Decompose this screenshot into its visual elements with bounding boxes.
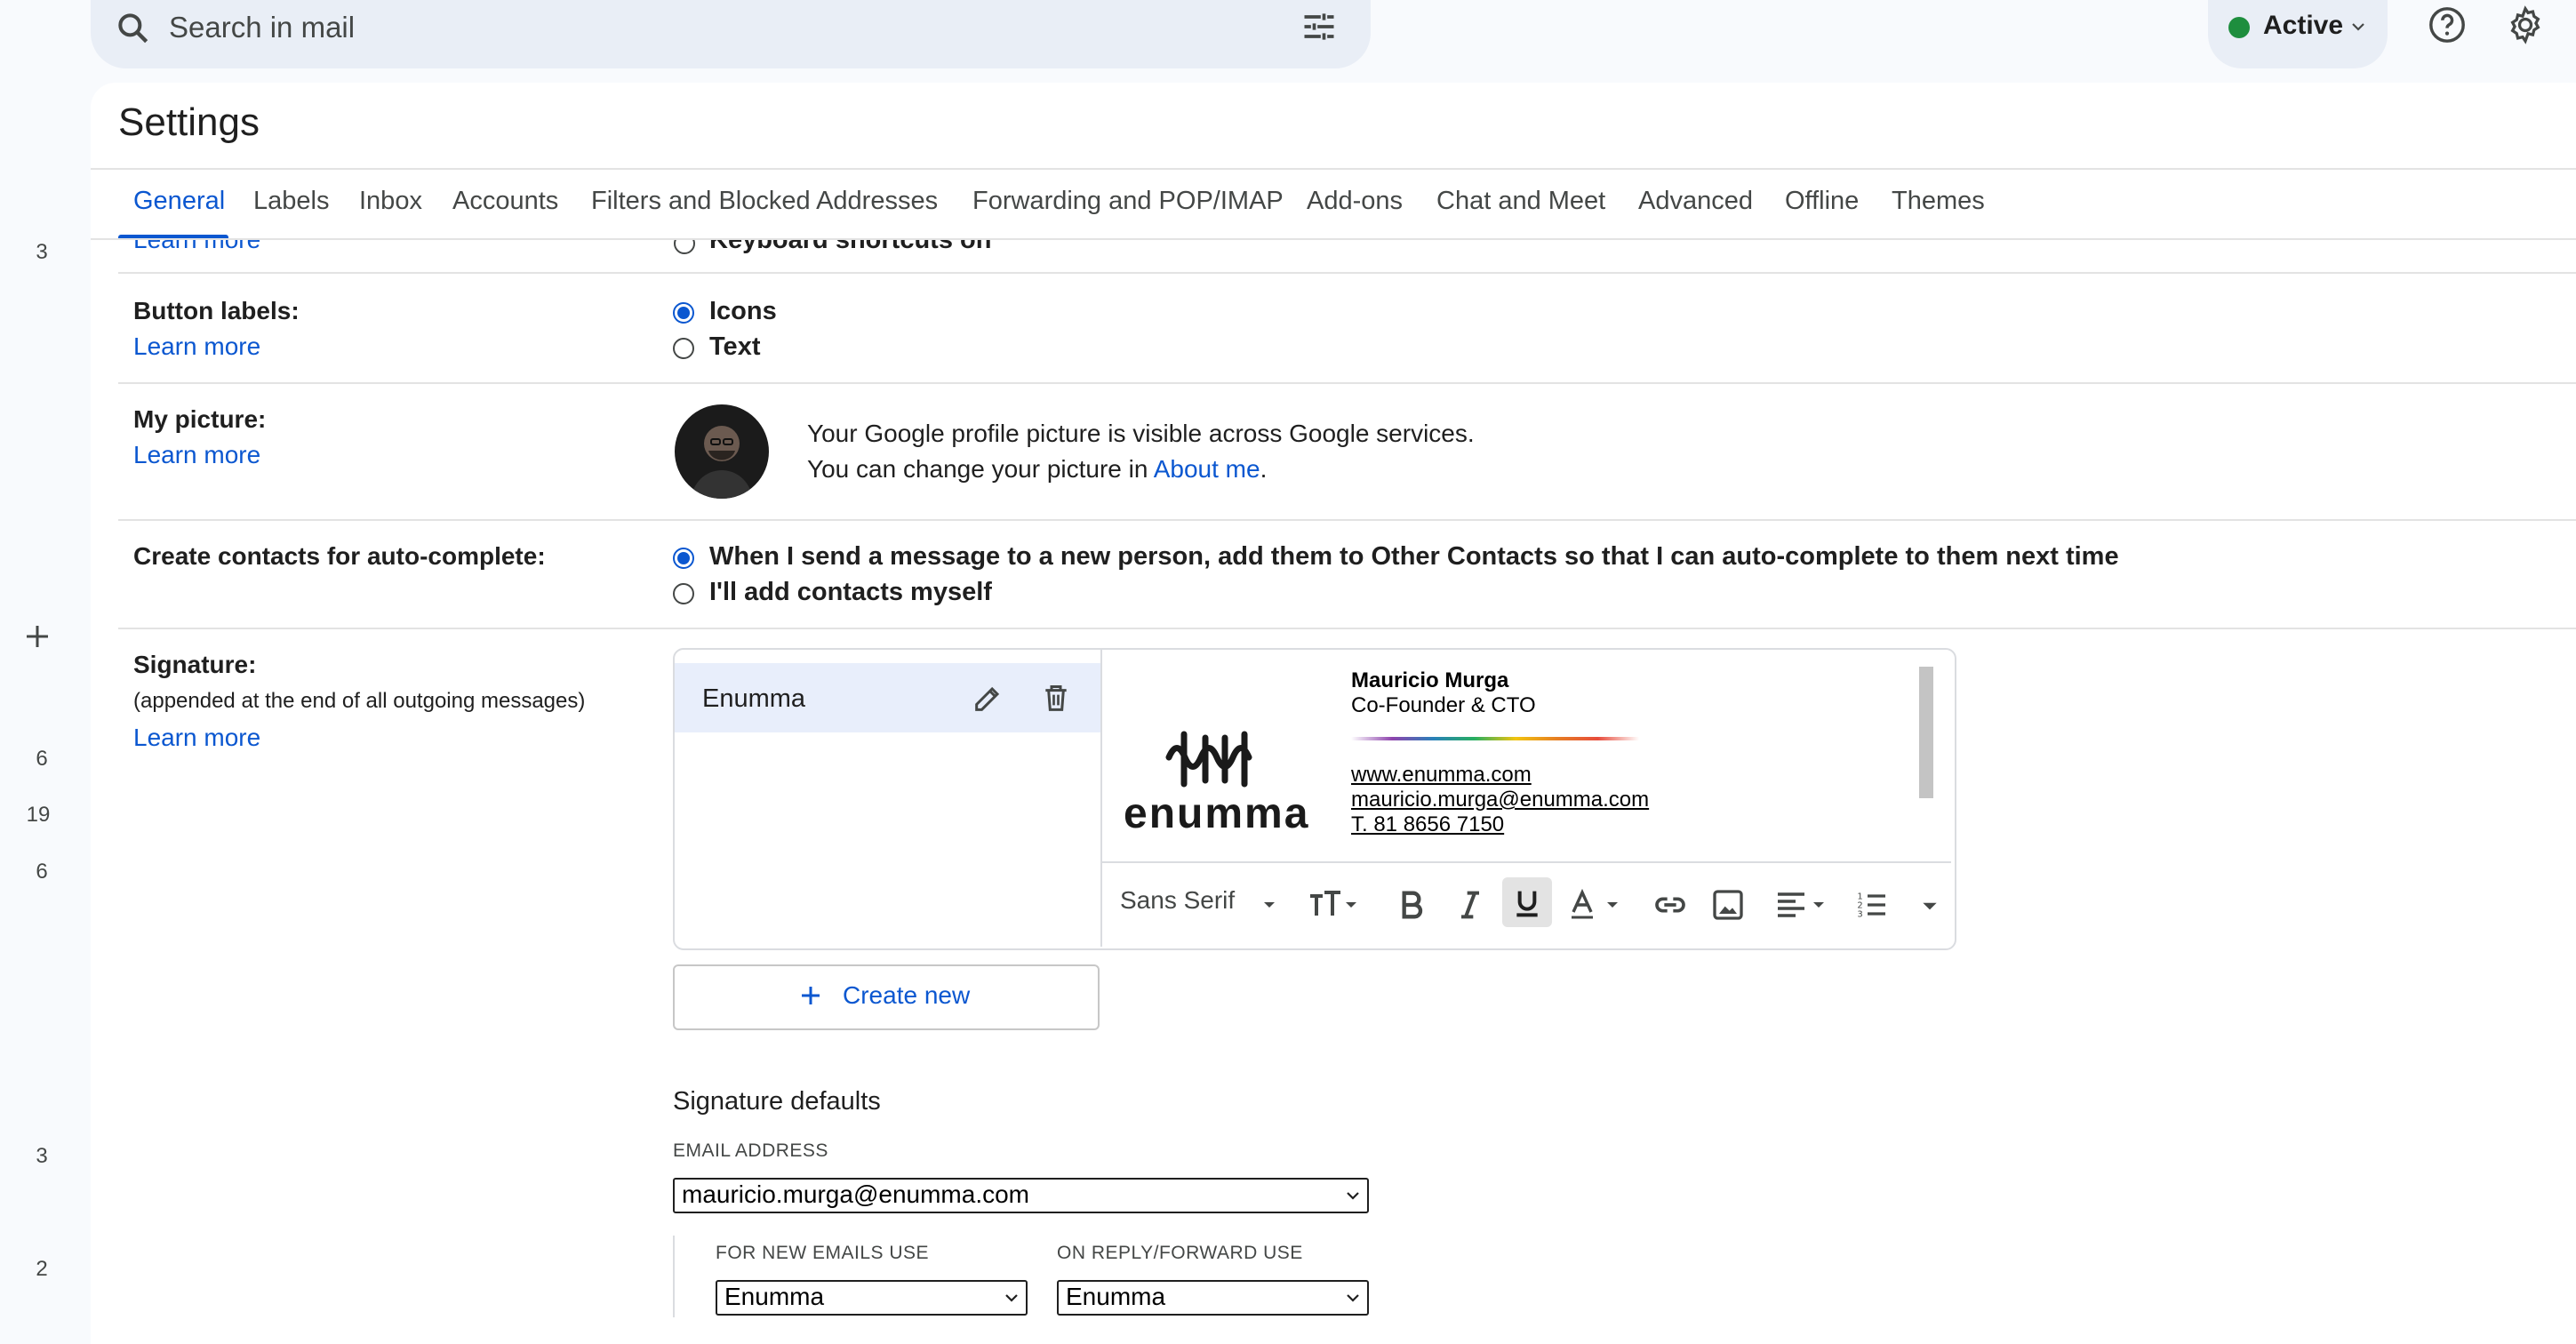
underline-icon[interactable]	[1509, 885, 1545, 921]
tab-offline[interactable]: Offline	[1785, 187, 1859, 216]
page-title: Settings	[118, 100, 260, 144]
tab-themes[interactable]: Themes	[1892, 187, 1985, 216]
tab-labels[interactable]: Labels	[253, 187, 329, 216]
row-divider	[118, 519, 2576, 521]
status-label: Active	[2263, 11, 2344, 40]
tab-chat-meet[interactable]: Chat and Meet	[1436, 187, 1605, 216]
status-dot	[2228, 17, 2250, 38]
sig-rainbow-divider	[1351, 737, 1639, 740]
scroll-clip: Learn more Keyboard shortcuts on	[91, 240, 2576, 261]
font-select[interactable]: Sans Serif	[1120, 886, 1235, 915]
picture-info-line2: You can change your picture in About me.	[807, 455, 1267, 484]
radio-auto-add[interactable]	[673, 548, 694, 569]
chevron-down-icon	[1001, 1287, 1022, 1308]
button-labels-learn-more[interactable]: Learn more	[133, 332, 260, 361]
signature-scrollbar[interactable]	[1919, 667, 1933, 798]
picture-info-prefix: You can change your picture in	[807, 455, 1154, 483]
rail-count-5: 3	[36, 1144, 48, 1168]
row-divider	[118, 272, 2576, 274]
sig-name: Mauricio Murga	[1351, 668, 1509, 692]
radio-icons[interactable]	[673, 302, 694, 324]
font-size-icon[interactable]	[1307, 887, 1360, 923]
tab-forwarding[interactable]: Forwarding and POP/IMAP	[972, 187, 1284, 216]
edit-pencil-icon[interactable]	[971, 680, 1006, 716]
chevron-down-icon	[1342, 1287, 1364, 1308]
button-labels-label: Button labels:	[133, 297, 300, 324]
email-address-label: EMAIL ADDRESS	[673, 1140, 828, 1161]
font-dropdown-caret-icon[interactable]	[1260, 896, 1278, 914]
create-new-label: Create new	[843, 981, 971, 1009]
signature-sublabel: (appended at the end of all outgoing mes…	[133, 689, 586, 713]
signature-defaults-title: Signature defaults	[673, 1087, 881, 1116]
search-options-icon[interactable]	[1300, 7, 1339, 46]
settings-gear-icon[interactable]	[2505, 4, 2546, 45]
italic-icon[interactable]	[1452, 887, 1488, 923]
rail-count-1: 3	[36, 240, 48, 264]
search-input[interactable]: Search in mail	[169, 11, 355, 44]
sig-website-link[interactable]: www.enumma.com	[1351, 763, 1532, 788]
chevron-down-icon	[2348, 16, 2369, 37]
option-auto-add: When I send a message to a new person, a…	[709, 542, 2119, 571]
toolbar-divider	[1102, 861, 1951, 863]
tab-accounts[interactable]: Accounts	[452, 187, 558, 216]
image-icon[interactable]	[1710, 887, 1746, 923]
plus-icon[interactable]	[23, 622, 52, 651]
radio-manual-add[interactable]	[673, 583, 694, 604]
bold-icon[interactable]	[1394, 887, 1429, 923]
my-picture-label: My picture:	[133, 405, 267, 433]
new-emails-value: Enumma	[724, 1283, 825, 1310]
tab-general[interactable]: General	[133, 187, 225, 216]
align-icon[interactable]	[1774, 887, 1833, 923]
rail-count-6: 2	[36, 1257, 48, 1281]
rail-count-3: 19	[26, 803, 51, 827]
svg-text:3: 3	[1857, 909, 1862, 919]
title-divider	[91, 168, 2576, 170]
tab-inbox[interactable]: Inbox	[359, 187, 422, 216]
option-icons: Icons	[709, 297, 777, 325]
partial-option-label: Keyboard shortcuts on	[709, 240, 992, 254]
text-color-icon[interactable]	[1568, 887, 1623, 923]
partial-radio[interactable]	[674, 240, 695, 254]
about-me-link[interactable]: About me	[1154, 455, 1260, 483]
sig-role: Co-Founder & CTO	[1351, 693, 1536, 717]
numbered-list-icon[interactable]: 123	[1854, 887, 1890, 923]
email-address-value: mauricio.murga@enumma.com	[682, 1180, 1029, 1208]
sig-email-link[interactable]: mauricio.murga@enumma.com	[1351, 788, 1649, 812]
tab-filters[interactable]: Filters and Blocked Addresses	[591, 187, 938, 216]
radio-text[interactable]	[673, 338, 694, 359]
rail-count-2: 6	[36, 747, 48, 771]
chevron-down-icon	[1342, 1185, 1364, 1206]
picture-info-suffix: .	[1260, 455, 1268, 483]
signature-editor-divider	[1100, 650, 1102, 947]
tab-advanced[interactable]: Advanced	[1638, 187, 1753, 216]
row-divider	[118, 382, 2576, 384]
picture-info-line1: Your Google profile picture is visible a…	[807, 420, 1475, 447]
avatar[interactable]	[675, 404, 769, 499]
help-icon[interactable]	[2427, 4, 2468, 45]
contacts-label: Create contacts for auto-complete:	[133, 542, 546, 570]
plus-icon	[797, 982, 824, 1009]
enumma-logo-text: enumma	[1124, 790, 1310, 837]
tab-addons[interactable]: Add-ons	[1307, 187, 1403, 216]
rail-count-4: 6	[36, 860, 48, 884]
search-icon[interactable]	[114, 9, 153, 48]
delete-trash-icon[interactable]	[1038, 680, 1074, 716]
reply-forward-value: Enumma	[1066, 1283, 1166, 1310]
signature-label: Signature:	[133, 651, 257, 678]
more-options-icon[interactable]	[1920, 896, 1940, 916]
signature-name: Enumma	[702, 684, 806, 713]
partial-learn-more-link[interactable]: Learn more	[133, 240, 260, 254]
reply-forward-label: ON REPLY/FORWARD USE	[1057, 1243, 1303, 1263]
link-icon[interactable]	[1652, 887, 1689, 923]
option-manual-add: I'll add contacts myself	[709, 578, 992, 606]
enumma-logo-icon	[1164, 731, 1262, 788]
sig-phone-link[interactable]: T. 81 8656 7150	[1351, 812, 1504, 837]
new-emails-label: FOR NEW EMAILS USE	[716, 1243, 930, 1263]
my-picture-learn-more[interactable]: Learn more	[133, 441, 260, 469]
signature-learn-more[interactable]: Learn more	[133, 724, 260, 752]
row-divider	[118, 628, 2576, 629]
option-text: Text	[709, 332, 761, 361]
defaults-indent-bar	[673, 1236, 675, 1317]
